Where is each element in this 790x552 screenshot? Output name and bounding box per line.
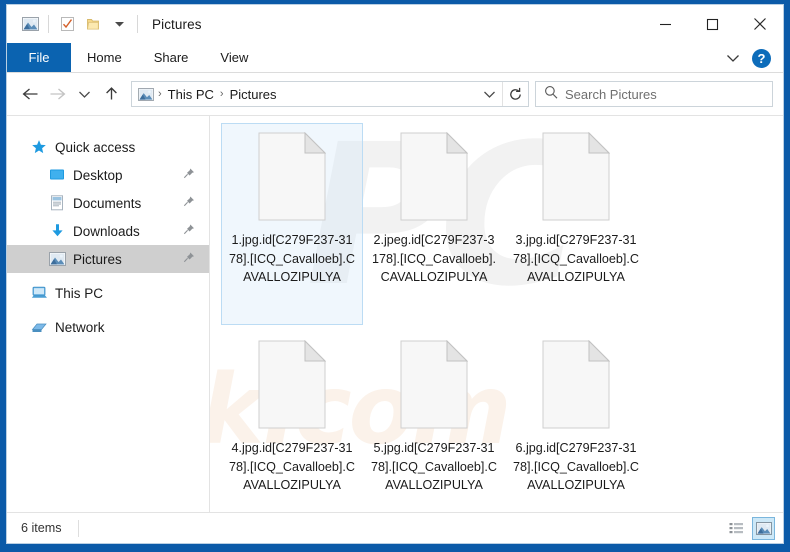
generic-file-icon <box>258 339 327 429</box>
item-count: 6 items <box>21 521 62 535</box>
window-controls <box>642 5 783 43</box>
sidebar-label-pictures: Pictures <box>73 251 122 267</box>
tab-home[interactable]: Home <box>71 43 138 72</box>
properties-icon[interactable] <box>54 11 80 37</box>
forward-button[interactable] <box>44 80 70 108</box>
title-bar: Pictures <box>7 5 783 43</box>
file-list-pane[interactable]: PC risk.com 1.jpg.id[C279F237-3178].[ICQ… <box>210 116 783 512</box>
breadcrumb-pictures-icon <box>137 86 155 102</box>
file-item[interactable]: 1.jpg.id[C279F237-3178].[ICQ_Cavalloeb].… <box>221 123 363 325</box>
tab-file[interactable]: File <box>7 43 71 72</box>
ribbon-tab-bar: File Home Share View ? <box>7 43 783 73</box>
breadcrumb-pictures[interactable]: Pictures <box>227 87 280 102</box>
file-item[interactable]: 6.jpg.id[C279F237-3178].[ICQ_Cavalloeb].… <box>505 331 647 512</box>
pin-icon[interactable] <box>183 252 195 267</box>
generic-file-icon <box>258 131 327 221</box>
ribbon-right-controls: ? <box>720 43 779 73</box>
file-item[interactable]: 2.jpeg.id[C279F237-3178].[ICQ_Cavalloeb]… <box>363 123 505 325</box>
breadcrumb-tools <box>476 82 528 106</box>
pictures-icon <box>47 250 67 268</box>
breadcrumb-this-pc[interactable]: This PC <box>165 87 217 102</box>
status-bar: 6 items <box>7 512 783 543</box>
search-icon <box>544 85 558 104</box>
sidebar-item-desktop[interactable]: Desktop <box>7 161 209 189</box>
window-title: Pictures <box>152 16 202 32</box>
sidebar-label-quick-access: Quick access <box>55 139 136 155</box>
large-icons-view-button[interactable] <box>752 517 775 540</box>
tab-share[interactable]: Share <box>138 43 205 72</box>
up-button[interactable] <box>98 80 124 108</box>
file-name: 5.jpg.id[C279F237-3178].[ICQ_Cavalloeb].… <box>371 441 497 493</box>
pin-icon[interactable] <box>183 196 195 211</box>
customize-qat-dropdown-icon[interactable] <box>106 11 132 37</box>
file-grid: 1.jpg.id[C279F237-3178].[ICQ_Cavalloeb].… <box>210 116 783 512</box>
file-item[interactable]: 5.jpg.id[C279F237-3178].[ICQ_Cavalloeb].… <box>363 331 505 512</box>
file-name: 1.jpg.id[C279F237-3178].[ICQ_Cavalloeb].… <box>229 233 355 285</box>
sidebar-item-this-pc[interactable]: This PC <box>7 279 209 307</box>
qat-divider-1 <box>48 15 49 33</box>
desktop-icon <box>47 166 67 184</box>
generic-file-icon <box>542 339 611 429</box>
sidebar-label-this-pc: This PC <box>55 285 104 301</box>
sidebar-label-desktop: Desktop <box>73 167 123 183</box>
downloads-icon <box>47 222 67 240</box>
explorer-body: Quick access Desktop Documents Downloads… <box>7 115 783 512</box>
network-icon <box>29 318 49 336</box>
this-pc-icon <box>29 284 49 302</box>
close-button[interactable] <box>736 5 783 43</box>
status-divider <box>77 519 79 537</box>
details-view-button[interactable] <box>725 517 748 540</box>
qat-divider-2 <box>137 15 138 33</box>
view-mode-buttons <box>725 513 775 543</box>
pin-icon[interactable] <box>183 168 195 183</box>
breadcrumb-separator-1: › <box>158 88 162 100</box>
generic-file-icon <box>400 131 469 221</box>
search-input[interactable] <box>565 86 764 102</box>
picture-folder-icon[interactable] <box>17 11 43 37</box>
sidebar-label-documents: Documents <box>73 195 142 211</box>
file-name: 2.jpeg.id[C279F237-3178].[ICQ_Cavalloeb]… <box>372 233 496 285</box>
tab-view[interactable]: View <box>204 43 264 72</box>
star-icon <box>29 138 49 156</box>
sidebar-item-documents[interactable]: Documents <box>7 189 209 217</box>
generic-file-icon <box>542 131 611 221</box>
new-folder-icon[interactable] <box>80 11 106 37</box>
expand-ribbon-chevron-down-icon[interactable] <box>720 45 746 71</box>
file-explorer-window: Pictures File Home Share View ? › This P… <box>6 4 784 544</box>
navigation-pane: Quick access Desktop Documents Downloads… <box>7 116 210 512</box>
file-name: 6.jpg.id[C279F237-3178].[ICQ_Cavalloeb].… <box>513 441 639 493</box>
sidebar-item-network[interactable]: Network <box>7 313 209 341</box>
sidebar-item-pictures[interactable]: Pictures <box>7 245 209 273</box>
file-item[interactable]: 4.jpg.id[C279F237-3178].[ICQ_Cavalloeb].… <box>221 331 363 512</box>
refresh-icon[interactable] <box>502 82 528 106</box>
address-dropdown-chevron-down-icon[interactable] <box>476 82 502 106</box>
breadcrumb[interactable]: › This PC › Pictures <box>131 81 529 107</box>
sidebar-item-quick-access[interactable]: Quick access <box>7 133 209 161</box>
recent-locations-chevron-down-icon[interactable] <box>71 80 97 108</box>
maximize-button[interactable] <box>689 5 736 43</box>
sidebar-item-downloads[interactable]: Downloads <box>7 217 209 245</box>
file-item[interactable]: 3.jpg.id[C279F237-3178].[ICQ_Cavalloeb].… <box>505 123 647 325</box>
minimize-button[interactable] <box>642 5 689 43</box>
breadcrumb-separator-2: › <box>219 88 224 100</box>
back-button[interactable] <box>17 80 43 108</box>
file-name: 3.jpg.id[C279F237-3178].[ICQ_Cavalloeb].… <box>513 233 639 285</box>
pin-icon[interactable] <box>183 224 195 239</box>
documents-icon <box>47 194 67 212</box>
sidebar-label-network: Network <box>55 319 105 335</box>
sidebar-label-downloads: Downloads <box>73 223 140 239</box>
address-bar: › This PC › Pictures <box>7 73 783 115</box>
search-box[interactable] <box>535 81 773 107</box>
help-button[interactable]: ? <box>752 48 771 68</box>
generic-file-icon <box>400 339 469 429</box>
quick-access-toolbar <box>7 11 143 37</box>
file-name: 4.jpg.id[C279F237-3178].[ICQ_Cavalloeb].… <box>229 441 355 493</box>
